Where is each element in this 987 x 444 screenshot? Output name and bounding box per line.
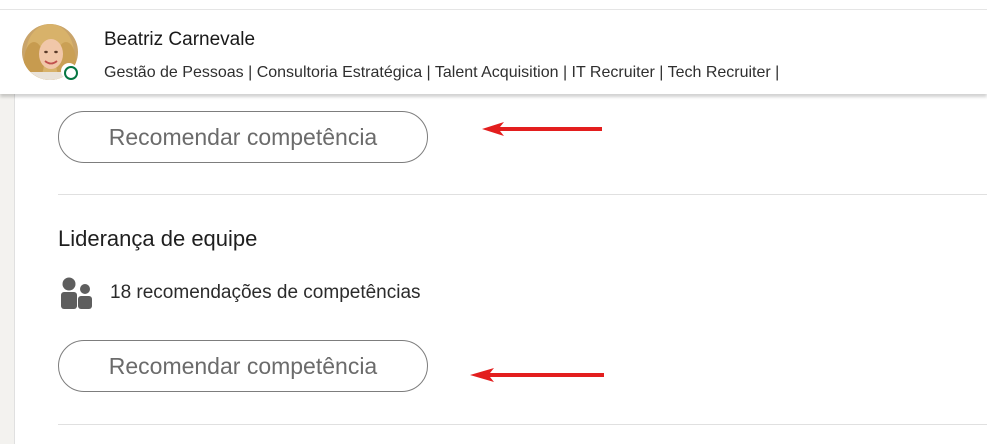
page-background-gutter xyxy=(0,94,14,444)
profile-headline: Gestão de Pessoas | Consultoria Estratég… xyxy=(104,64,780,81)
endorse-skill-button[interactable]: Recomendar competência xyxy=(58,340,428,392)
skill-title[interactable]: Liderança de equipe xyxy=(58,226,257,252)
section-divider xyxy=(58,194,987,195)
section-divider xyxy=(58,424,987,425)
profile-name[interactable]: Beatriz Carnevale xyxy=(104,29,255,51)
red-arrow-annotation xyxy=(482,122,602,136)
red-arrow-annotation xyxy=(470,368,604,382)
endorse-skill-button[interactable]: Recomendar competência xyxy=(58,111,428,163)
profile-header: Beatriz Carnevale Gestão de Pessoas | Co… xyxy=(0,10,987,94)
card-left-border xyxy=(14,94,15,444)
avatar[interactable] xyxy=(22,24,78,80)
online-status-icon xyxy=(61,63,78,80)
endorsement-count[interactable]: 18 recomendações de competências xyxy=(110,282,421,304)
people-icon xyxy=(61,277,92,309)
